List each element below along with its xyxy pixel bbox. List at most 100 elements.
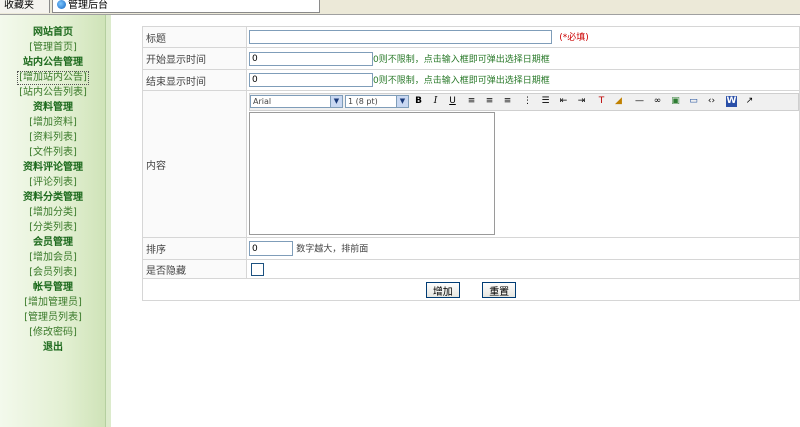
sidebar-row: [增加站内公告] (0, 70, 106, 85)
favorites-tab-label: 收藏夹 (4, 0, 34, 11)
sidebar-link[interactable]: [增加资料] (29, 117, 77, 128)
link-icon[interactable]: ∞ (652, 96, 663, 107)
sidebar-link[interactable]: [管理首页] (29, 42, 77, 53)
start-time-hint: 0则不限制，点击输入框即可弹出选择日期框 (373, 54, 550, 65)
font-select-value: Arial (253, 97, 272, 106)
sidebar-section-heading[interactable]: 资料分类管理 (23, 192, 83, 203)
end-time-cell: 0则不限制，点击输入框即可弹出选择日期框 (246, 69, 800, 91)
sidebar-row: [站内公告列表] (0, 85, 106, 100)
start-time-input[interactable] (249, 51, 373, 66)
chevron-down-icon: ▼ (396, 96, 408, 107)
font-select[interactable]: Arial ▼ (250, 95, 343, 108)
sidebar-row: 资料管理 (0, 100, 106, 115)
indent-icon[interactable]: ⇥ (576, 96, 587, 107)
content-cell: Arial ▼ 1 (8 pt) ▼ B I U ≡ ≡ ≡ ⋮ ☰ ⇤ ⇥ T ◢… (246, 90, 800, 238)
announcement-form: 标题 (*必填) 开始显示时间 0则不限制，点击输入框即可弹出选择日期框 结束显… (142, 26, 800, 301)
text-color-icon[interactable]: T (596, 96, 607, 107)
sidebar-row: [分类列表] (0, 220, 106, 235)
sidebar-row: 资料分类管理 (0, 190, 106, 205)
sidebar-link[interactable]: [修改密码] (29, 327, 77, 338)
end-time-hint: 0则不限制，点击输入框即可弹出选择日期框 (373, 76, 550, 86)
hidden-label: 是否隐藏 (142, 259, 247, 279)
sidebar-section-heading[interactable]: 网站首页 (33, 27, 73, 38)
sidebar-nav: 网站首页 [管理首页] 站内公告管理 [增加站内公告] [站内公告列表] 资料管理 [增加资… (0, 25, 106, 355)
sidebar-link[interactable]: [会员列表] (29, 267, 77, 278)
sidebar-link[interactable]: [分类列表] (29, 222, 77, 233)
sidebar-row: [管理首页] (0, 40, 106, 55)
horizontal-rule-icon[interactable]: — (634, 96, 645, 107)
align-right-icon[interactable]: ≡ (502, 96, 513, 107)
numbered-list-icon[interactable]: ⋮ (522, 96, 533, 107)
sidebar-link[interactable]: [资料列表] (29, 132, 77, 143)
sidebar-section-heading[interactable]: 帐号管理 (33, 282, 73, 293)
sidebar-link[interactable]: [管理员列表] (24, 312, 82, 323)
sidebar-row: 站内公告管理 (0, 55, 106, 70)
sidebar-edge (106, 15, 111, 427)
sidebar-row: [资料列表] (0, 130, 106, 145)
required-mark: (*必填) (559, 33, 589, 43)
form-actions: 增加 重置 (142, 278, 800, 301)
align-center-icon[interactable]: ≡ (484, 96, 495, 107)
sidebar-row: [修改密码] (0, 325, 106, 340)
sidebar-row: [会员列表] (0, 265, 106, 280)
sidebar-row: 会员管理 (0, 235, 106, 250)
sidebar-row: 资料评论管理 (0, 160, 106, 175)
sidebar-row: [评论列表] (0, 175, 106, 190)
editor-toolbar: Arial ▼ 1 (8 pt) ▼ B I U ≡ ≡ ≡ ⋮ ☰ ⇤ ⇥ T ◢… (249, 93, 799, 111)
sidebar-link[interactable]: [评论列表] (29, 177, 77, 188)
reset-button[interactable]: 重置 (482, 281, 517, 298)
end-time-label: 结束显示时间 (142, 69, 247, 91)
start-time-cell: 0则不限制，点击输入框即可弹出选择日期框 (246, 47, 800, 70)
font-size-select[interactable]: 1 (8 pt) ▼ (345, 95, 409, 108)
order-cell: 数字越大，排前面 (246, 237, 800, 260)
sidebar-link[interactable]: [站内公告列表] (19, 87, 87, 98)
content-editor[interactable] (249, 112, 495, 235)
bold-icon[interactable]: B (413, 96, 424, 107)
order-hint: 数字越大，排前面 (296, 244, 369, 255)
sidebar: 网站首页 [管理首页] 站内公告管理 [增加站内公告] [站内公告列表] 资料管理 [增加资… (0, 15, 111, 427)
sidebar-row: [文件列表] (0, 145, 106, 160)
sidebar-row: [增加分类] (0, 205, 106, 220)
sidebar-section-heading[interactable]: 退出 (43, 342, 63, 353)
end-time-input[interactable] (249, 73, 373, 87)
title-input[interactable] (249, 30, 552, 44)
content-label: 内容 (142, 90, 247, 238)
table-icon[interactable]: ▭ (688, 96, 699, 107)
browser-page-icon (57, 0, 66, 9)
sidebar-section-heading[interactable]: 资料评论管理 (23, 162, 83, 173)
outdent-icon[interactable]: ⇤ (558, 96, 569, 107)
sidebar-row: [增加资料] (0, 115, 106, 130)
start-time-label: 开始显示时间 (142, 47, 247, 70)
hidden-cell (246, 259, 800, 279)
sidebar-section-heading[interactable]: 资料管理 (33, 102, 73, 113)
fullscreen-icon[interactable]: ↗ (744, 96, 755, 107)
sidebar-link[interactable]: [增加分类] (29, 207, 77, 218)
sidebar-link[interactable]: [增加站内公告] (17, 71, 89, 85)
underline-icon[interactable]: U (447, 96, 458, 107)
sidebar-row: [管理员列表] (0, 310, 106, 325)
highlight-icon[interactable]: ◢ (613, 96, 624, 107)
word-paste-icon[interactable]: W (726, 96, 737, 107)
favorites-tab[interactable]: 收藏夹 (0, 0, 50, 13)
italic-icon[interactable]: I (430, 96, 441, 107)
code-view-icon[interactable]: ‹› (706, 96, 717, 107)
sidebar-section-heading[interactable]: 会员管理 (33, 237, 73, 248)
order-input[interactable] (249, 241, 293, 256)
sidebar-row: 退出 (0, 340, 106, 355)
sidebar-link[interactable]: [文件列表] (29, 147, 77, 158)
image-icon[interactable]: ▣ (670, 96, 681, 107)
sidebar-link[interactable]: [增加管理员] (24, 297, 82, 308)
admin-tab-label: 管理后台 (68, 0, 108, 11)
sidebar-row: [增加管理员] (0, 295, 106, 310)
sidebar-link[interactable]: [增加会员] (29, 252, 77, 263)
font-size-value: 1 (8 pt) (348, 97, 378, 106)
hidden-checkbox[interactable] (251, 262, 264, 276)
align-left-icon[interactable]: ≡ (466, 96, 477, 107)
chevron-down-icon: ▼ (330, 96, 342, 107)
submit-button[interactable]: 增加 (425, 281, 460, 298)
sidebar-section-heading[interactable]: 站内公告管理 (23, 57, 83, 68)
sidebar-row: [增加会员] (0, 250, 106, 265)
title-label: 标题 (142, 26, 247, 48)
bullet-list-icon[interactable]: ☰ (540, 96, 551, 107)
admin-tab[interactable]: 管理后台 (52, 0, 320, 13)
